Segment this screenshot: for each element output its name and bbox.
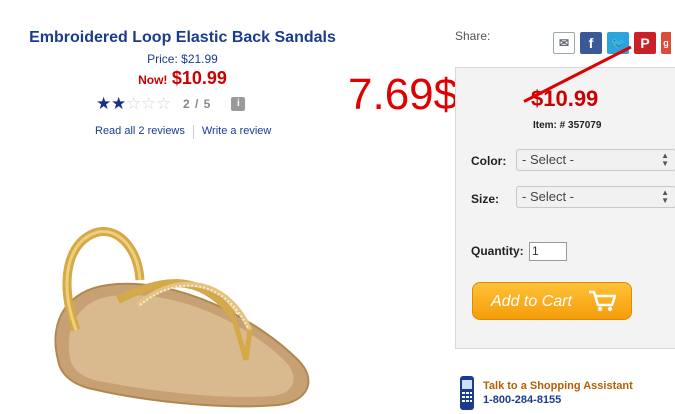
pinterest-icon[interactable]: P [634,32,656,54]
shopping-assistant: Talk to a Shopping Assistant 1-800-284-8… [459,375,633,411]
quantity-input[interactable]: 1 [529,242,567,261]
divider [192,125,194,139]
rating-score: 2 / 5 [183,96,212,111]
google-plus-icon[interactable]: g [661,32,671,54]
size-select[interactable]: - Select - ▲ ▼ [516,186,675,208]
info-icon[interactable]: i [231,96,246,111]
item-number: Item: # 357079 [533,120,602,131]
color-select-value: - Select - [522,152,575,167]
email-icon[interactable]: ✉ [553,32,575,54]
quantity-label: Quantity: [471,244,524,258]
phone-icon [460,376,474,410]
rating: ★ ★ ☆ ☆ ☆ 2 / 5 i [96,94,246,113]
star-icon: ☆ [126,94,142,113]
star-icon: ☆ [141,94,157,113]
sale-price-line: Now! $10.99 [0,68,365,89]
star-icon: ★ [111,94,127,113]
read-reviews-link[interactable]: Read all 2 reviews [95,125,185,139]
sale-price: $10.99 [171,68,227,88]
share-icons: ✉ f 🐦 P g [553,32,671,54]
review-links: Read all 2 reviews Write a review [95,125,271,139]
color-label: Color: [471,154,507,168]
regular-price: Price: $21.99 [147,52,218,66]
assistant-title[interactable]: Talk to a Shopping Assistant [483,379,633,393]
product-title: Embroidered Loop Elastic Back Sandals [29,29,336,46]
buy-box: $10.99 Item: # 357079 Color: - Select - … [455,45,675,349]
now-label: Now! [138,73,168,87]
write-review-link[interactable]: Write a review [202,125,271,139]
facebook-icon[interactable]: f [580,32,602,54]
share-label: Share: [455,29,491,43]
assistant-phone[interactable]: 1-800-284-8155 [483,393,633,407]
product-image [54,227,310,408]
size-select-value: - Select - [522,189,575,204]
star-icon: ★ [96,94,112,113]
cart-icon [589,290,617,312]
select-arrows-icon: ▲ ▼ [661,188,669,205]
add-to-cart-button[interactable]: Add to Cart [472,282,632,320]
select-arrows-icon: ▲ ▼ [661,151,669,168]
add-to-cart-label: Add to Cart [491,293,572,310]
size-label: Size: [471,192,500,206]
color-select[interactable]: - Select - ▲ ▼ [516,149,675,171]
star-icon: ☆ [156,94,172,113]
markup-price: 7.69$ [348,70,459,119]
